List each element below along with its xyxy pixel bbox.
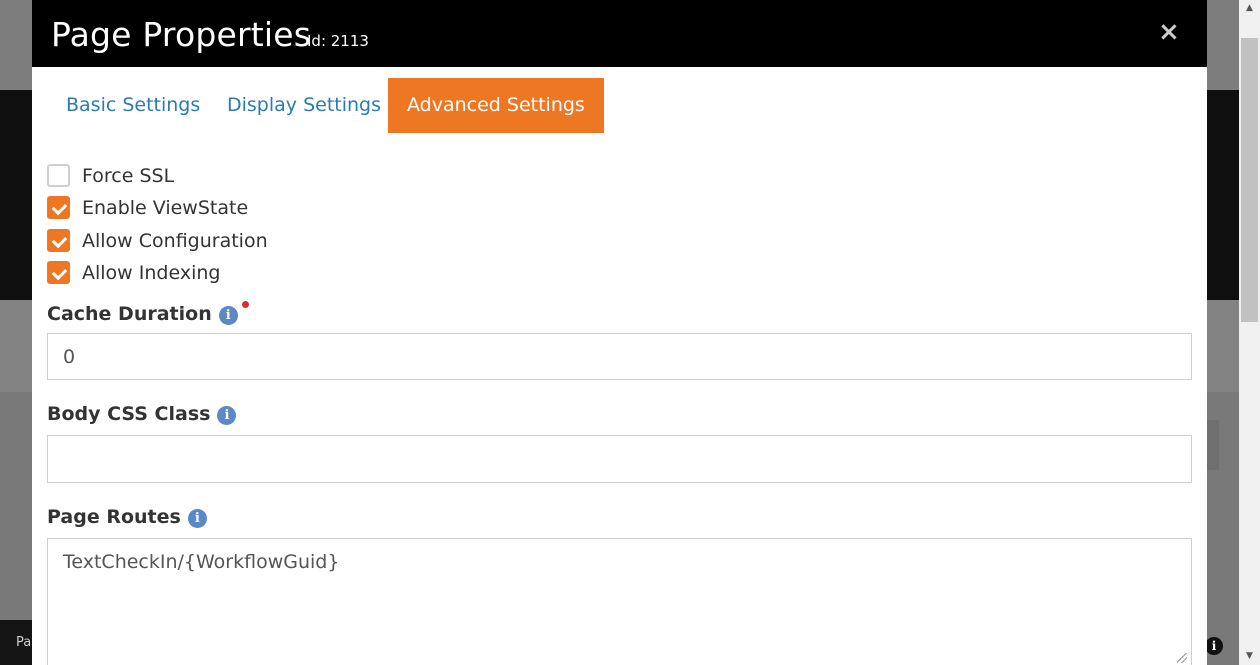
cache-duration-label-row: Cache Duration i (47, 301, 249, 325)
force-ssl-checkbox[interactable] (47, 164, 70, 187)
cache-duration-label: Cache Duration (47, 303, 212, 325)
page-routes-label-row: Page Routes i (47, 506, 207, 528)
modal-header: Page Properties Id: 2113 × (32, 0, 1207, 67)
page-routes-value: TextCheckIn/{WorkflowGuid} (63, 551, 340, 573)
scroll-thumb[interactable] (1241, 38, 1258, 322)
background-info-icon: i (1205, 637, 1223, 655)
scroll-down-arrow-icon[interactable]: ▼ (1239, 648, 1260, 665)
close-icon[interactable]: × (1158, 18, 1180, 46)
background-panel-edge (1207, 420, 1219, 470)
tab-advanced-settings[interactable]: Advanced Settings (388, 78, 604, 133)
page-routes-textarea[interactable]: TextCheckIn/{WorkflowGuid} (47, 538, 1192, 665)
allow-configuration-label: Allow Configuration (82, 230, 268, 252)
scroll-up-arrow-icon[interactable]: ▲ (1239, 0, 1260, 17)
tab-basic-settings[interactable]: Basic Settings (47, 78, 219, 133)
required-indicator (241, 301, 249, 308)
body-css-class-label-row: Body CSS Class i (47, 403, 237, 425)
modal-title: Page Properties (51, 15, 312, 54)
resize-handle-icon[interactable] (1177, 653, 1187, 663)
page-routes-info-icon[interactable]: i (187, 509, 207, 528)
cache-duration-input[interactable] (47, 333, 1192, 380)
allow-indexing-checkbox[interactable] (47, 261, 70, 284)
force-ssl-label: Force SSL (82, 165, 175, 187)
page-scrollbar[interactable]: ▲ ▼ (1239, 0, 1260, 665)
allow-indexing-label: Allow Indexing (82, 262, 221, 284)
page-id-label: Id: 2113 (307, 32, 369, 50)
cache-duration-info-icon[interactable]: i (218, 306, 238, 325)
tab-display-settings[interactable]: Display Settings (208, 78, 400, 133)
body-css-class-info-icon[interactable]: i (217, 406, 237, 425)
allow-configuration-checkbox[interactable] (47, 229, 70, 252)
enable-viewstate-label: Enable ViewState (82, 197, 249, 219)
page-routes-label: Page Routes (47, 506, 181, 528)
body-css-class-label: Body CSS Class (47, 403, 211, 425)
enable-viewstate-checkbox[interactable] (47, 196, 70, 219)
body-css-class-input[interactable] (47, 435, 1192, 483)
page-properties-modal: Page Properties Id: 2113 × Basic Setting… (32, 0, 1207, 665)
